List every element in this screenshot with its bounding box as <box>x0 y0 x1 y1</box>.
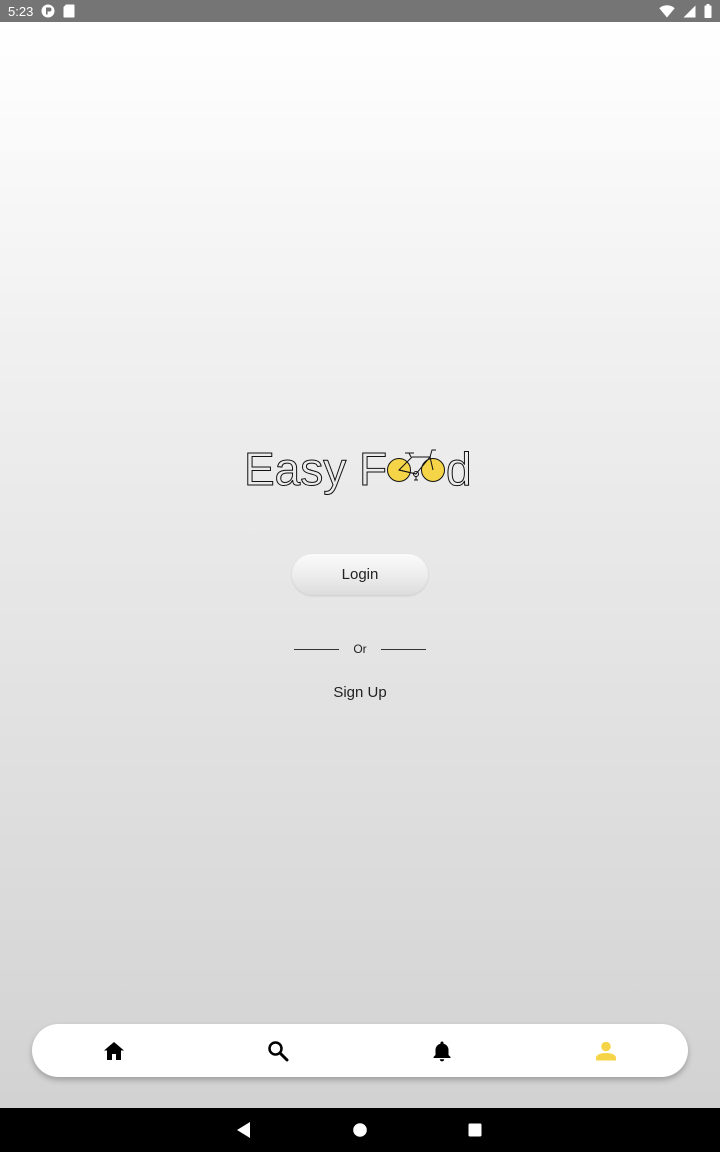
search-icon <box>268 1041 289 1062</box>
wifi-icon <box>659 4 675 17</box>
login-button[interactable]: Login <box>292 554 428 595</box>
back-icon <box>237 1122 250 1138</box>
app-screen: 5:23 Easy F d Login Or Sign Up <box>0 0 720 1152</box>
nav-item-notifications[interactable] <box>428 1037 456 1065</box>
divider-line-left <box>294 648 339 650</box>
nav-item-home[interactable] <box>100 1037 128 1065</box>
app-logo: Easy F d <box>244 438 480 504</box>
system-recents-button[interactable] <box>465 1120 485 1140</box>
status-bar-left: 5:23 <box>8 4 75 19</box>
recents-icon <box>468 1123 482 1137</box>
logo-graphic: Easy F d <box>244 443 473 496</box>
status-bar-right <box>659 4 712 18</box>
system-home-button[interactable] <box>350 1120 370 1140</box>
or-label: Or <box>353 642 367 656</box>
home-icon <box>104 1042 124 1060</box>
status-bar: 5:23 <box>0 0 720 22</box>
battery-icon <box>704 4 712 18</box>
nav-item-search[interactable] <box>264 1037 292 1065</box>
bottom-nav-bar <box>32 1024 688 1077</box>
sign-up-link[interactable]: Sign Up <box>310 684 410 704</box>
logo-text-part2: d <box>446 443 472 495</box>
status-time: 5:23 <box>8 3 34 19</box>
home-circle-icon <box>353 1123 367 1137</box>
or-divider: Or <box>294 640 426 658</box>
divider-line-right <box>381 648 426 650</box>
person-icon <box>596 1041 616 1061</box>
logo-text-part1: Easy F <box>244 443 387 495</box>
app-notification-icon <box>41 4 55 18</box>
system-nav-bar <box>0 1108 720 1152</box>
signal-icon <box>683 5 696 17</box>
system-back-button[interactable] <box>234 1120 254 1140</box>
bell-icon <box>433 1041 451 1062</box>
sd-card-icon <box>63 4 75 18</box>
nav-item-profile[interactable] <box>592 1037 620 1065</box>
